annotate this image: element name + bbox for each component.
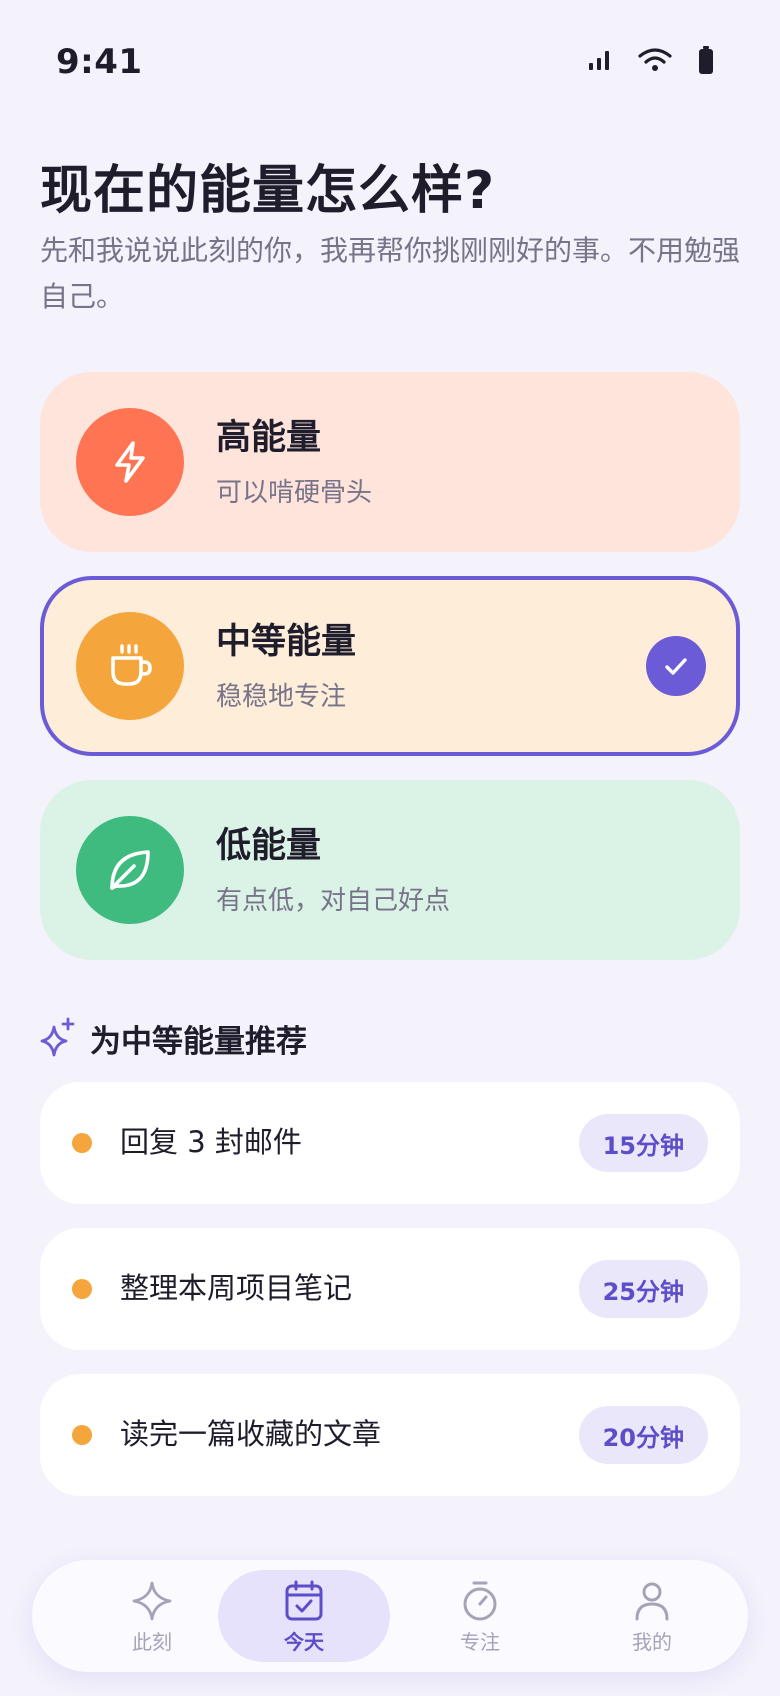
page-subtitle: 先和我说说此刻的你，我再帮你挑刚刚好的事。不用勉强自己。 — [40, 234, 741, 313]
lightning-icon — [76, 408, 184, 516]
person-icon — [633, 1578, 671, 1624]
sparkles-icon — [40, 1017, 76, 1061]
energy-option-texts: 高能量 可以啃硬骨头 — [216, 416, 372, 510]
task-dot — [72, 1279, 92, 1299]
status-bar: 9:41 — [0, 0, 780, 130]
task-duration-badge: 20分钟 — [578, 1406, 708, 1464]
task-item[interactable]: 整理本周项目笔记 25分钟 — [40, 1228, 740, 1350]
energy-option-description: 可以啃硬骨头 — [216, 478, 373, 508]
wifi-icon — [638, 48, 672, 72]
task-dot — [72, 1133, 92, 1153]
task-label: 读完一篇收藏的文章 — [120, 1417, 382, 1451]
energy-option-texts: 低能量 有点低，对自己好点 — [216, 824, 450, 918]
stopwatch-icon — [460, 1578, 500, 1624]
page-title: 现在的能量怎么样? — [40, 161, 496, 221]
energy-option-medium[interactable]: 中等能量 稳稳地专注 — [40, 576, 740, 756]
tab-today[interactable]: 今天 — [218, 1570, 390, 1662]
status-time: 9:41 — [56, 42, 143, 82]
leaf-icon — [76, 816, 184, 924]
task-label: 整理本周项目笔记 — [120, 1271, 353, 1305]
tab-label: 今天 — [284, 1630, 324, 1654]
recommendations-title: 为中等能量推荐 — [90, 1024, 307, 1060]
energy-option-label: 低能量 — [216, 826, 322, 866]
energy-option-high[interactable]: 高能量 可以啃硬骨头 — [40, 372, 740, 552]
tab-focus[interactable]: 专注 — [394, 1570, 566, 1662]
cellular-signal-icon — [588, 49, 612, 71]
energy-option-description: 有点低，对自己好点 — [216, 886, 451, 916]
battery-icon — [698, 46, 714, 74]
bottom-tab-bar: 此刻 今天 专注 我的 — [32, 1560, 748, 1672]
tab-now[interactable]: 此刻 — [66, 1570, 238, 1662]
tab-profile[interactable]: 我的 — [566, 1570, 738, 1662]
task-item[interactable]: 回复 3 封邮件 15分钟 — [40, 1082, 740, 1204]
tab-label: 此刻 — [132, 1630, 172, 1654]
tab-label: 我的 — [632, 1630, 672, 1654]
calendar-check-icon — [284, 1578, 324, 1624]
energy-check-screen: 9:41 现在的能量怎么样? 先和我说说此刻的你，我再帮你挑刚刚好的事。不用勉强… — [0, 0, 780, 1696]
status-icons — [588, 46, 714, 74]
energy-option-low[interactable]: 低能量 有点低，对自己好点 — [40, 780, 740, 960]
sparkle-icon — [131, 1578, 173, 1624]
energy-option-label: 中等能量 — [216, 622, 357, 662]
task-duration-badge: 25分钟 — [578, 1260, 708, 1318]
recommendations-header: 为中等能量推荐 — [40, 1016, 307, 1061]
task-duration-badge: 15分钟 — [578, 1114, 708, 1172]
selected-check-icon — [646, 636, 706, 696]
energy-option-description: 稳稳地专注 — [216, 682, 347, 712]
energy-option-texts: 中等能量 稳稳地专注 — [216, 620, 356, 714]
tab-label: 专注 — [460, 1630, 500, 1654]
energy-option-label: 高能量 — [216, 418, 322, 458]
task-item[interactable]: 读完一篇收藏的文章 20分钟 — [40, 1374, 740, 1496]
task-label: 回复 3 封邮件 — [120, 1125, 302, 1159]
task-dot — [72, 1425, 92, 1445]
coffee-cup-icon — [76, 612, 184, 720]
